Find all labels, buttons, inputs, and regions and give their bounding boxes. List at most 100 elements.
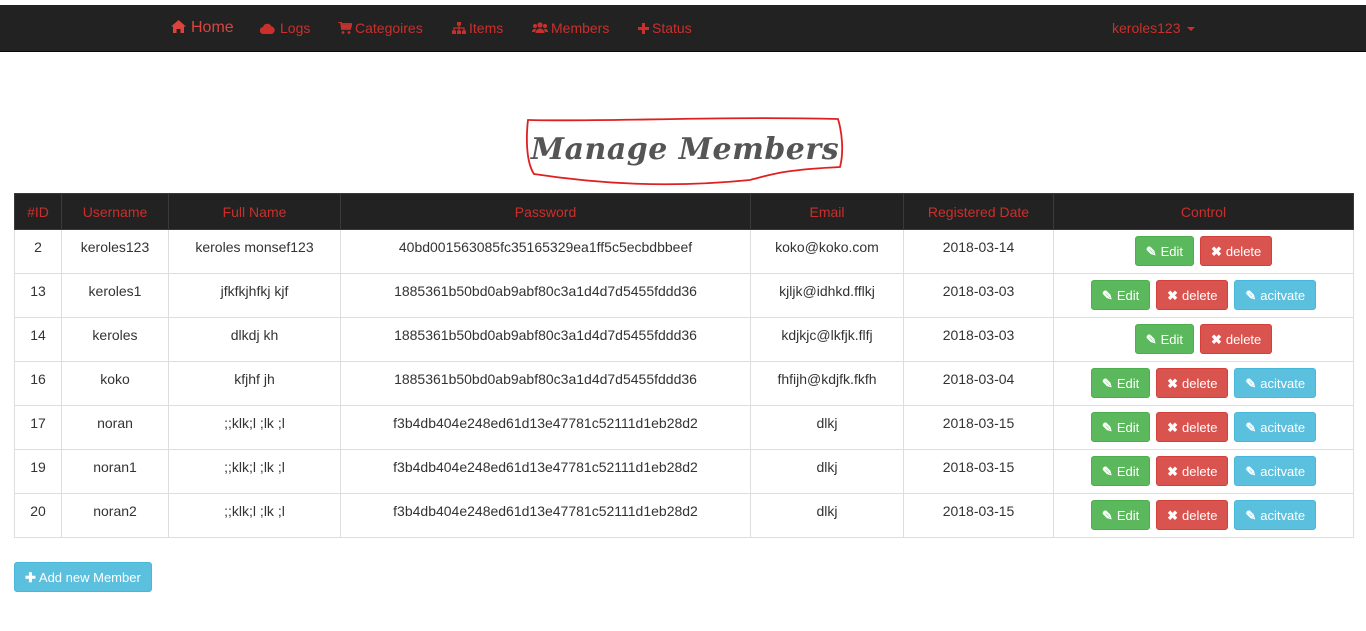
edit-icon: ✎	[1245, 288, 1257, 303]
column-header-id: #ID	[14, 193, 62, 230]
plus-icon	[638, 6, 649, 52]
edit-icon: ✎	[1101, 508, 1113, 523]
activate-button[interactable]: ✎ acitvate	[1234, 412, 1317, 442]
delete-button[interactable]: ✖ delete	[1156, 368, 1229, 398]
edit-icon: ✎	[1245, 376, 1257, 391]
cell-registered-date: 2018-03-15	[903, 449, 1054, 494]
home-icon	[171, 6, 186, 52]
cell-email: kdjkjc@lkfjk.flfj	[750, 317, 904, 362]
cell-fullname: dlkdj kh	[168, 317, 341, 362]
edit-button[interactable]: ✎ Edit	[1090, 456, 1151, 486]
cell-username: keroles123	[61, 229, 169, 274]
cell-email: dlkj	[750, 449, 904, 494]
edit-button[interactable]: ✎ Edit	[1090, 368, 1151, 398]
column-header-password: Password	[340, 193, 751, 230]
column-header-email: Email	[750, 193, 904, 230]
delete-button[interactable]: ✖ delete	[1156, 280, 1229, 310]
cell-control: ✎ Edit ✖ delete	[1053, 317, 1354, 362]
cell-control: ✎ Edit ✖ delete	[1053, 229, 1354, 274]
edit-button-label: Edit	[1160, 332, 1184, 347]
cell-id: 20	[14, 493, 62, 538]
close-icon: ✖	[1167, 508, 1179, 523]
user-menu-dropdown[interactable]: keroles123	[1112, 5, 1195, 51]
table-row: 19 noran1 ;;klk;l ;lk ;l f3b4db404e248ed61d…	[14, 449, 1354, 494]
delete-button-label: delete	[1225, 244, 1262, 259]
edit-button[interactable]: ✎ Edit	[1134, 236, 1195, 266]
edit-button-label: Edit	[1160, 244, 1184, 259]
activate-button[interactable]: ✎ acitvate	[1234, 368, 1317, 398]
edit-icon: ✎	[1245, 420, 1257, 435]
add-new-member-button[interactable]: ✚ Add new Member	[14, 562, 152, 592]
members-table: #ID Username Full Name Password Email Re…	[14, 193, 1354, 538]
nav-items-link[interactable]: Items	[452, 5, 503, 51]
cell-fullname: keroles monsef123	[168, 229, 341, 274]
nav-logs-link[interactable]: Logs	[259, 5, 310, 52]
cell-username: keroles	[61, 317, 169, 362]
activate-button[interactable]: ✎ acitvate	[1234, 500, 1317, 530]
cloud-icon	[259, 6, 275, 52]
cell-email: dlkj	[750, 405, 904, 450]
cell-control: ✎ Edit ✖ delete ✎ acitvate	[1053, 405, 1354, 450]
activate-button-label: acitvate	[1260, 288, 1306, 303]
delete-button[interactable]: ✖ delete	[1156, 456, 1229, 486]
edit-icon: ✎	[1145, 244, 1157, 259]
cell-registered-date: 2018-03-15	[903, 405, 1054, 450]
close-icon: ✖	[1167, 464, 1179, 479]
delete-button[interactable]: ✖ delete	[1156, 500, 1229, 530]
delete-button[interactable]: ✖ delete	[1199, 324, 1273, 354]
table-row: 16 koko kfjhf jh 1885361b50bd0ab9abf80c3a1d…	[14, 361, 1354, 406]
delete-button-label: delete	[1225, 332, 1262, 347]
nav-members-link[interactable]: Members	[531, 5, 610, 52]
cell-registered-date: 2018-03-03	[903, 273, 1054, 318]
delete-button-label: delete	[1182, 376, 1218, 391]
cell-username: koko	[61, 361, 169, 406]
nav-status-link[interactable]: Status	[638, 5, 692, 51]
cell-id: 14	[14, 317, 62, 362]
table-row: 2 keroles123 keroles monsef123 40bd00156308…	[14, 229, 1354, 274]
cell-registered-date: 2018-03-04	[903, 361, 1054, 406]
nav-home-link[interactable]: Home	[171, 5, 234, 51]
cell-control: ✎ Edit ✖ delete ✎ acitvate	[1053, 449, 1354, 494]
nav-categories-link[interactable]: Categoires	[338, 5, 423, 51]
edit-button-label: Edit	[1116, 464, 1140, 479]
nav-home-label: Home	[191, 19, 234, 36]
cell-password: 40bd001563085fc35165329ea1ff5c5ecbdbbeef	[340, 229, 751, 274]
page-title: Manage Members	[530, 132, 840, 167]
delete-button[interactable]: ✖ delete	[1199, 236, 1273, 266]
edit-icon: ✎	[1101, 376, 1113, 391]
cell-id: 13	[14, 273, 62, 318]
cell-registered-date: 2018-03-15	[903, 493, 1054, 538]
cell-email: kjljk@idhkd.fflkj	[750, 273, 904, 318]
sitemap-icon	[452, 6, 466, 52]
edit-icon: ✎	[1145, 332, 1157, 347]
cell-email: koko@koko.com	[750, 229, 904, 274]
cell-registered-date: 2018-03-14	[903, 229, 1054, 274]
cell-control: ✎ Edit ✖ delete ✎ acitvate	[1053, 273, 1354, 318]
activate-button[interactable]: ✎ acitvate	[1234, 456, 1317, 486]
close-icon: ✖	[1167, 420, 1179, 435]
edit-button[interactable]: ✎ Edit	[1090, 500, 1151, 530]
users-icon	[531, 6, 549, 52]
cell-password: 1885361b50bd0ab9abf80c3a1d4d7d5455fddd36	[340, 273, 751, 318]
close-icon: ✖	[1167, 376, 1179, 391]
delete-button[interactable]: ✖ delete	[1156, 412, 1229, 442]
cell-fullname: ;;klk;l ;lk ;l	[168, 405, 341, 450]
cell-username: noran2	[61, 493, 169, 538]
edit-button-label: Edit	[1116, 420, 1140, 435]
edit-icon: ✎	[1101, 288, 1113, 303]
activate-button-label: acitvate	[1260, 420, 1306, 435]
column-header-control: Control	[1053, 193, 1354, 230]
edit-button[interactable]: ✎ Edit	[1134, 324, 1195, 354]
edit-button[interactable]: ✎ Edit	[1090, 412, 1151, 442]
nav-members-label: Members	[551, 20, 610, 36]
cell-id: 19	[14, 449, 62, 494]
delete-button-label: delete	[1182, 288, 1218, 303]
edit-button[interactable]: ✎ Edit	[1090, 280, 1151, 310]
plus-icon: ✚	[25, 570, 36, 585]
page-title-box: Manage Members	[520, 112, 850, 190]
cell-password: f3b4db404e248ed61d13e47781c52111d1eb28d2	[340, 449, 751, 494]
nav-status-label: Status	[652, 20, 692, 36]
activate-button[interactable]: ✎ acitvate	[1234, 280, 1317, 310]
delete-button-label: delete	[1182, 420, 1218, 435]
activate-button-label: acitvate	[1260, 464, 1306, 479]
